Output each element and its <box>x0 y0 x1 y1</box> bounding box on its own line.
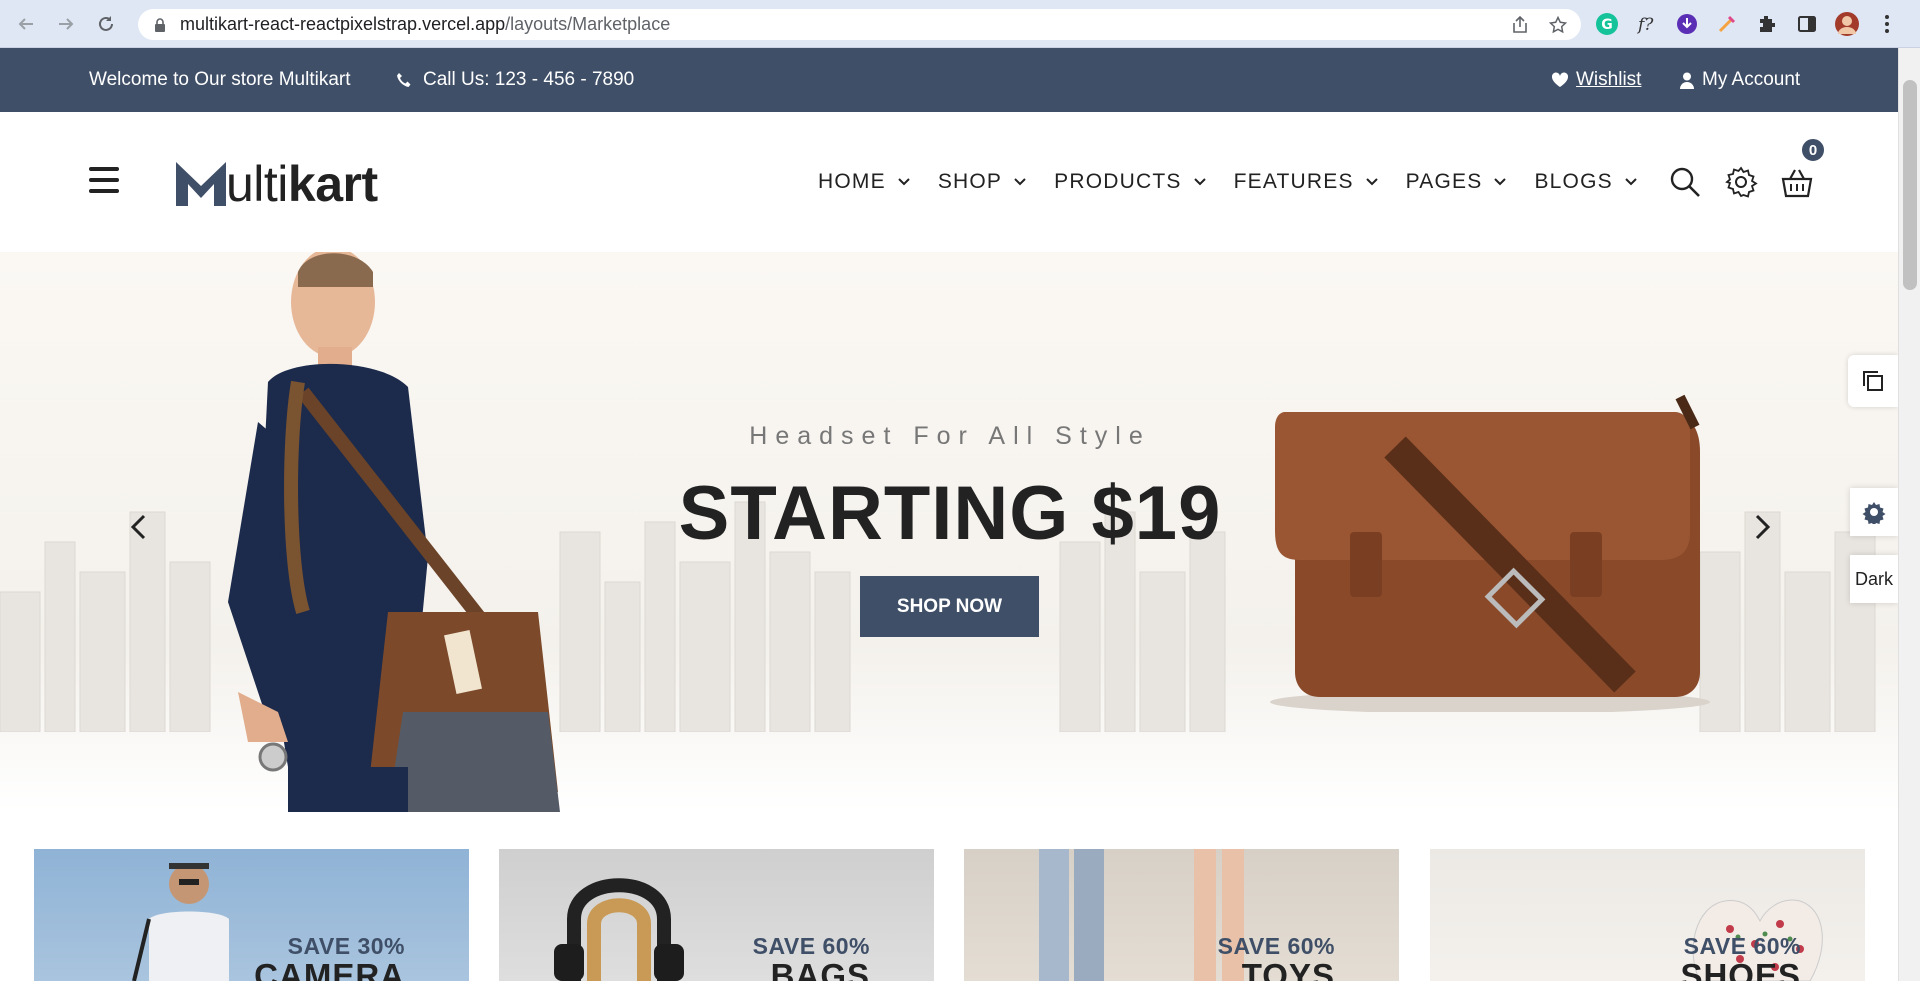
wishlist-label: Wishlist <box>1576 69 1642 90</box>
account-label: My Account <box>1702 69 1801 90</box>
banner-save-text: SAVE 60% <box>1683 933 1801 959</box>
chevron-down-icon <box>898 178 910 186</box>
browser-toolbar: multikart-react-reactpixelstrap.vercel.a… <box>0 0 1920 48</box>
logo[interactable]: ultikart <box>176 156 378 209</box>
chevron-down-icon <box>1014 178 1026 186</box>
star-icon[interactable] <box>1549 15 1567 34</box>
user-icon <box>1680 72 1694 89</box>
hero-subtitle: Headset For All Style <box>749 422 1151 450</box>
search-icon[interactable] <box>1668 165 1702 199</box>
chevron-down-icon <box>1494 178 1507 186</box>
banner-save-text: SAVE 30% <box>287 933 405 959</box>
grammarly-icon[interactable]: G <box>1594 11 1620 37</box>
copy-widget-button[interactable] <box>1848 355 1898 407</box>
banner-camera[interactable]: SAVE 30% CAMERA <box>34 849 469 981</box>
logo-mark <box>176 162 226 206</box>
my-account-link[interactable]: My Account <box>1680 48 1800 112</box>
menu-shop[interactable]: SHOP <box>938 170 1026 194</box>
hero-title: STARTING $19 <box>678 471 1222 556</box>
menu-home[interactable]: HOME <box>818 170 910 194</box>
banner-save-text: SAVE 60% <box>1217 933 1335 959</box>
slider-next-arrow-icon[interactable] <box>1747 512 1777 542</box>
slider-prev-arrow-icon[interactable] <box>124 512 154 542</box>
forward-icon[interactable] <box>52 10 80 38</box>
copy-icon <box>1863 371 1883 391</box>
banner-category: BAGS <box>770 957 870 981</box>
address-bar[interactable]: multikart-react-reactpixelstrap.vercel.a… <box>138 9 1581 40</box>
extensions-icon[interactable] <box>1754 11 1780 37</box>
welcome-text: Welcome to Our store Multikart <box>89 69 351 90</box>
menu-label: BLOGS <box>1534 170 1613 193</box>
menu-pages[interactable]: PAGES <box>1406 170 1507 194</box>
main-menu: HOME SHOP PRODUCTS FEATURES PAGES BLOGS <box>818 112 1665 252</box>
sidepanel-icon[interactable] <box>1794 11 1820 37</box>
menu-blogs[interactable]: BLOGS <box>1534 170 1637 194</box>
download-icon[interactable] <box>1674 11 1700 37</box>
menu-products[interactable]: PRODUCTS <box>1054 170 1206 194</box>
phone-icon <box>397 72 411 87</box>
profile-avatar[interactable] <box>1834 11 1860 37</box>
logo-text-light: ulti <box>226 156 288 212</box>
gear-icon <box>1862 502 1886 524</box>
reload-icon[interactable] <box>92 10 120 38</box>
chevron-down-icon <box>1625 178 1637 186</box>
banner-category: TOYS <box>1241 957 1335 981</box>
settings-gear-icon[interactable] <box>1724 165 1758 199</box>
banner-save-text: SAVE 60% <box>752 933 870 959</box>
call-text: Call Us: 123 - 456 - 7890 <box>423 69 635 90</box>
shop-now-button[interactable]: SHOP NOW <box>860 576 1039 637</box>
hero-slider: Headset For All Style STARTING $19 SHOP … <box>0 252 1898 812</box>
banner-toys[interactable]: SAVE 60% TOYS <box>964 849 1399 981</box>
banner-category: CAMERA <box>254 957 405 981</box>
call-us: Call Us: 123 - 456 - 7890 <box>396 48 634 112</box>
url-text: multikart-react-reactpixelstrap.vercel.a… <box>180 14 671 34</box>
share-icon[interactable] <box>1511 15 1529 34</box>
menu-label: PRODUCTS <box>1054 170 1182 193</box>
menu-dots-icon[interactable] <box>1874 11 1900 37</box>
basket-icon <box>1781 169 1813 198</box>
page-scrollbar[interactable] <box>1898 48 1920 981</box>
lock-icon <box>155 17 165 32</box>
hamburger-menu-icon[interactable] <box>89 167 119 193</box>
scrollbar-thumb[interactable] <box>1903 80 1917 290</box>
banner-bags[interactable]: SAVE 60% BAGS <box>499 849 934 981</box>
svg-text:f?: f? <box>1636 15 1654 35</box>
theme-settings-button[interactable] <box>1850 488 1898 536</box>
menu-label: HOME <box>818 170 886 193</box>
menu-label: SHOP <box>937 170 1003 193</box>
svg-text:G: G <box>1601 17 1613 33</box>
leather-bag-image <box>1270 394 1710 712</box>
browser-nav <box>12 0 120 48</box>
top-bar: Welcome to Our store Multikart Call Us: … <box>0 48 1898 112</box>
menu-features[interactable]: FEATURES <box>1234 170 1378 194</box>
color-picker-icon[interactable] <box>1714 11 1740 37</box>
chevron-down-icon <box>1193 178 1206 186</box>
cart-count-badge: 0 <box>1800 137 1826 163</box>
cart-button[interactable]: 0 <box>1780 137 1826 199</box>
banner-category: SHOES <box>1680 957 1801 981</box>
dark-mode-toggle[interactable]: Dark <box>1850 555 1898 603</box>
back-icon[interactable] <box>12 10 40 38</box>
formula-icon[interactable]: f? <box>1634 11 1660 37</box>
banner-shoes[interactable]: SAVE 60% SHOES <box>1430 849 1865 981</box>
main-header: ultikart HOME SHOP PRODUCTS FEATURES PAG… <box>0 112 1898 252</box>
menu-label: FEATURES <box>1233 170 1354 193</box>
menu-label: PAGES <box>1405 170 1483 193</box>
model-with-bag-image <box>228 252 560 812</box>
heart-icon <box>1551 72 1569 87</box>
logo-text-bold: kart <box>287 156 378 212</box>
wishlist-link[interactable]: Wishlist <box>1551 48 1641 112</box>
chevron-down-icon <box>1365 178 1378 186</box>
